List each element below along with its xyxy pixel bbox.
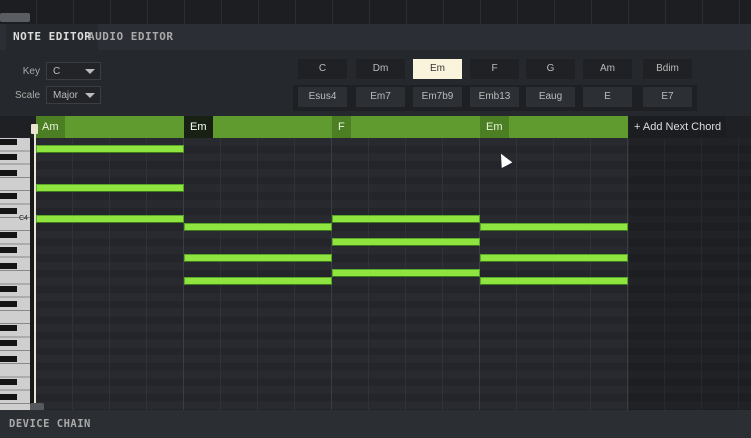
chevron-down-icon xyxy=(85,93,95,98)
chord-button-esus4[interactable]: Esus4 xyxy=(298,87,347,107)
scale-select[interactable]: Major xyxy=(46,86,101,104)
tab-audio-editor[interactable]: AUDIO EDITOR xyxy=(88,24,173,50)
midi-note[interactable] xyxy=(36,184,184,192)
bar-line xyxy=(627,138,628,410)
arrangement-strip xyxy=(0,0,751,24)
chord-button-am[interactable]: Am xyxy=(583,59,632,79)
chord-button-eaug[interactable]: Eaug xyxy=(526,87,575,107)
black-key[interactable] xyxy=(0,355,17,362)
black-key[interactable] xyxy=(0,192,17,199)
black-key[interactable] xyxy=(0,324,17,331)
chord-button-f[interactable]: F xyxy=(470,59,519,79)
midi-note[interactable] xyxy=(184,253,332,262)
scale-label: Scale xyxy=(14,90,40,101)
midi-note[interactable] xyxy=(480,253,628,262)
midi-note[interactable] xyxy=(36,215,184,223)
device-chain-bar[interactable]: DEVICE CHAIN xyxy=(0,410,751,438)
chevron-down-icon xyxy=(85,69,95,74)
black-key[interactable] xyxy=(0,378,17,385)
midi-note[interactable] xyxy=(184,277,332,285)
key-label: Key xyxy=(22,66,40,77)
chord-block[interactable]: Em xyxy=(480,116,628,139)
octave-label: C4 xyxy=(19,215,28,222)
chord-button-bdim[interactable]: Bdim xyxy=(643,59,692,79)
chord-block-label: F xyxy=(332,116,351,139)
bar-line xyxy=(183,138,184,410)
chord-button-e[interactable]: E xyxy=(583,87,632,107)
chord-panel: Key C Scale Major C Dm Em F G Am Bdim Esus4 Em7 E… xyxy=(0,50,751,116)
chord-block-label: Em xyxy=(184,116,213,139)
chord-button-emb13[interactable]: Emb13 xyxy=(470,87,519,107)
midi-note[interactable] xyxy=(480,222,628,231)
device-chain-label: DEVICE CHAIN xyxy=(9,418,91,430)
chord-button-em[interactable]: Em xyxy=(413,59,462,79)
editor-tabs: NOTE EDITOR AUDIO EDITOR xyxy=(0,24,751,50)
black-key[interactable] xyxy=(0,208,17,215)
midi-note[interactable] xyxy=(36,145,184,154)
chord-button-g[interactable]: G xyxy=(526,59,575,79)
chord-block-label: Am xyxy=(36,116,65,139)
midi-note[interactable] xyxy=(332,215,480,223)
chord-block[interactable]: Am xyxy=(36,116,184,139)
piano-keyboard[interactable]: C4 C3 xyxy=(0,122,30,410)
black-key[interactable] xyxy=(0,247,17,253)
octave-label: C3 xyxy=(19,122,28,129)
midi-note[interactable] xyxy=(332,238,480,247)
black-key[interactable] xyxy=(0,169,17,176)
midi-note[interactable] xyxy=(332,269,480,278)
playhead[interactable] xyxy=(34,124,36,410)
chord-button-e7[interactable]: E7 xyxy=(643,87,692,107)
black-key[interactable] xyxy=(0,231,17,238)
note-grid[interactable] xyxy=(36,138,751,410)
chord-block-label: Em xyxy=(480,116,509,139)
chord-button-em7[interactable]: Em7 xyxy=(356,87,405,107)
key-select[interactable]: C xyxy=(46,62,101,80)
empty-region xyxy=(629,138,751,410)
key-value: C xyxy=(53,66,61,77)
black-key[interactable] xyxy=(0,262,17,269)
chord-button-c[interactable]: C xyxy=(298,59,347,79)
chord-block[interactable]: F xyxy=(332,116,480,139)
black-key[interactable] xyxy=(0,285,17,292)
black-key[interactable] xyxy=(0,394,17,401)
black-key[interactable] xyxy=(0,138,17,145)
scrollbar-thumb[interactable] xyxy=(0,13,30,22)
add-next-chord-button[interactable]: + Add Next Chord xyxy=(629,116,727,139)
midi-note[interactable] xyxy=(184,222,332,231)
chord-button-dm[interactable]: Dm xyxy=(356,59,405,79)
scale-value: Major xyxy=(53,90,79,101)
black-key[interactable] xyxy=(0,301,17,308)
chord-button-em7b9[interactable]: Em7b9 xyxy=(413,87,462,107)
chord-block[interactable]: Em xyxy=(184,116,332,139)
midi-note[interactable] xyxy=(480,277,628,285)
playhead-handle[interactable] xyxy=(31,124,38,134)
black-key[interactable] xyxy=(0,340,17,346)
black-key[interactable] xyxy=(0,154,17,160)
chord-track: Am Em F Em + Add Next Chord xyxy=(36,116,751,139)
tab-note-editor[interactable]: NOTE EDITOR xyxy=(6,24,99,50)
